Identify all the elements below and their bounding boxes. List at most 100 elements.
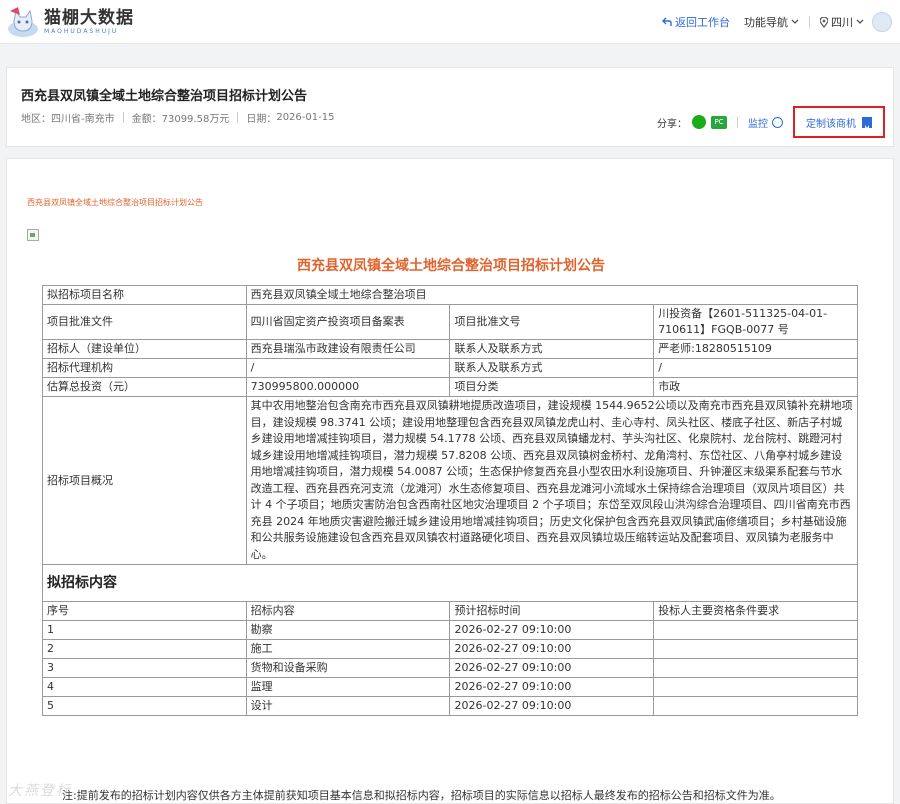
table-row: 4 监理 2026-02-27 09:10:00 xyxy=(42,677,858,697)
meta-divider xyxy=(237,112,239,123)
table-cell: 2026-02-27 09:10:00 xyxy=(449,658,655,678)
table-cell: / xyxy=(245,358,451,378)
table-row: 1 勘察 2026-02-27 09:10:00 xyxy=(42,620,858,640)
table-cell xyxy=(653,677,858,697)
table-cell: 项目批准文号 xyxy=(449,304,655,340)
table-cell: 川投资备【2601-511325-04-01-710611】FGQB-0077 … xyxy=(653,304,858,340)
region-meta-value: 四川省-南充市 xyxy=(51,114,115,125)
table-cell: 项目分类 xyxy=(449,377,655,397)
table-cell xyxy=(653,658,858,678)
notice-title: 西充县双凤镇全域土地综合整治项目招标计划公告 xyxy=(21,89,308,104)
table-row: 项目批准文件 四川省固定资产投资项目备案表 项目批准文号 川投资备【2601-5… xyxy=(42,304,858,340)
wechat-share-icon[interactable] xyxy=(692,115,706,129)
table-cell: 1 xyxy=(42,620,247,640)
table-cell: 730995800.000000 xyxy=(245,377,451,397)
date-meta-label: 日期： xyxy=(246,114,277,125)
nav-divider xyxy=(809,16,810,28)
notice-header-card: 西充县双凤镇全域土地综合整治项目招标计划公告 地区： 四川省-南充市 金额： 7… xyxy=(6,67,894,147)
table-cell: 勘察 xyxy=(245,620,451,640)
disclaimer-note: 注:提前发布的招标计划内容仅供各方主体提前获知项目基本信息和拟招标内容，招标项目… xyxy=(62,789,781,802)
table-row: 5 设计 2026-02-27 09:10:00 xyxy=(42,696,858,716)
table-cell: 施工 xyxy=(245,639,451,659)
notice-meta: 地区： 四川省-南充市 金额： 73099.58万元 日期： 2026-01-1… xyxy=(21,110,334,125)
table-cell: 拟招标项目名称 xyxy=(42,285,247,305)
table-cell: 招标人（建设单位） xyxy=(42,339,247,359)
table-row: 3 货物和设备采购 2026-02-27 09:10:00 xyxy=(42,658,858,678)
brand-subtitle: MAOHUDASHUJU xyxy=(44,28,119,35)
brand-logo[interactable]: 猫棚大数据 MAOHUDASHUJU xyxy=(6,4,134,40)
meta-divider xyxy=(122,112,124,123)
table-row: 招标项目概况 其中农用地整治包含南充市西充县双凤镇耕地提质改造项目，建设规模 1… xyxy=(42,396,859,565)
monitor-icon[interactable] xyxy=(772,116,783,128)
table-cell: 3 xyxy=(42,658,247,678)
broken-image-icon xyxy=(27,229,39,241)
chevron-down-icon xyxy=(856,19,864,24)
project-overview-text: 其中农用地整治包含南充市西充县双凤镇耕地提质改造项目，建设规模 1544.965… xyxy=(245,396,859,565)
table-cell: 2026-02-27 09:10:00 xyxy=(449,696,655,716)
table-cell: 四川省固定资产投资项目备案表 xyxy=(245,304,451,340)
user-avatar[interactable] xyxy=(872,12,892,32)
back-to-workbench-link[interactable]: 返回工作台 xyxy=(662,14,730,30)
table-cell: 市政 xyxy=(653,377,858,397)
table-cell: 2026-02-27 09:10:00 xyxy=(449,620,655,640)
monitor-link[interactable]: 监控 xyxy=(748,115,768,130)
customize-opportunity-label: 定制该商机 xyxy=(806,118,856,130)
pc-share-icon[interactable]: PC xyxy=(711,115,727,129)
table-cell: 2026-02-27 09:10:00 xyxy=(449,639,655,659)
function-nav-label: 功能导航 xyxy=(744,16,788,29)
notice-content-card: 西充县双凤镇全域土地综合整治项目招标计划公告 西充县双凤镇全域土地综合整治项目招… xyxy=(6,158,894,804)
region-selector[interactable]: 四川 xyxy=(820,14,864,30)
top-navbar: 猫棚大数据 MAOHUDASHUJU 返回工作台 功能导航 四川 xyxy=(0,0,900,44)
column-header: 序号 xyxy=(42,601,247,621)
table-cell: 2026-02-27 09:10:00 xyxy=(449,677,655,697)
table-cell: 设计 xyxy=(245,696,451,716)
section-heading: 拟招标内容 xyxy=(42,564,858,602)
table-row: 招标人（建设单位） 西充县瑞泓市政建设有限责任公司 联系人及联系方式 严老师:1… xyxy=(42,339,858,359)
function-nav-dropdown[interactable]: 功能导航 xyxy=(744,14,799,30)
table-cell: 5 xyxy=(42,696,247,716)
table-cell xyxy=(653,620,858,640)
table-cell: 2 xyxy=(42,639,247,659)
project-info-table: 拟招标项目名称 西充县双凤镇全域土地综合整治项目 项目批准文件 四川省固定资产投… xyxy=(42,285,859,716)
amount-meta-value: 73099.58万元 xyxy=(161,114,230,125)
region-label: 四川 xyxy=(831,16,853,29)
brand-name: 猫棚大数据 xyxy=(44,8,134,28)
back-arrow-icon xyxy=(662,17,672,26)
table-row: 拟招标项目名称 西充县双凤镇全域土地综合整治项目 xyxy=(42,285,859,305)
amount-meta-label: 金额： xyxy=(131,114,162,125)
table-cell: 招标代理机构 xyxy=(42,358,247,378)
cat-logo-icon xyxy=(6,5,40,39)
table-cell: 项目批准文件 xyxy=(42,304,247,340)
table-cell xyxy=(653,639,858,659)
table-cell: 估算总投资（元） xyxy=(42,377,247,397)
table-header-row: 序号 招标内容 预计招标时间 投标人主要资格条件要求 xyxy=(42,601,858,621)
column-header: 招标内容 xyxy=(245,601,451,621)
table-row: 拟招标内容 xyxy=(42,564,858,602)
table-cell: 货物和设备采购 xyxy=(245,658,451,678)
table-cell: 联系人及联系方式 xyxy=(449,339,655,359)
table-cell: 严老师:18280515109 xyxy=(653,339,858,359)
table-cell: 招标项目概况 xyxy=(42,396,247,565)
column-header: 预计招标时间 xyxy=(449,601,655,621)
table-cell: / xyxy=(653,358,858,378)
column-header: 投标人主要资格条件要求 xyxy=(653,601,858,621)
location-pin-icon xyxy=(820,16,828,28)
chevron-down-icon xyxy=(791,19,799,24)
content-small-title: 西充县双凤镇全域土地综合整治项目招标计划公告 xyxy=(27,198,203,207)
table-row: 估算总投资（元） 730995800.000000 项目分类 市政 xyxy=(42,377,858,397)
table-cell: 联系人及联系方式 xyxy=(449,358,655,378)
table-row: 招标代理机构 / 联系人及联系方式 / xyxy=(42,358,858,378)
share-label: 分享： xyxy=(657,118,687,130)
table-cell xyxy=(653,696,858,716)
document-title: 西充县双凤镇全域土地综合整治项目招标计划公告 xyxy=(297,258,605,274)
table-row: 2 施工 2026-02-27 09:10:00 xyxy=(42,639,858,659)
table-cell: 西充县双凤镇全域土地综合整治项目 xyxy=(245,285,859,305)
back-to-workbench-label: 返回工作台 xyxy=(675,16,730,29)
watermark-text: 大燕登标 xyxy=(8,783,72,799)
table-cell: 4 xyxy=(42,677,247,697)
region-meta-label: 地区： xyxy=(21,114,51,125)
customize-opportunity-button[interactable]: 定制该商机 xyxy=(793,106,885,138)
date-meta-value: 2026-01-15 xyxy=(276,112,335,123)
table-cell: 西充县瑞泓市政建设有限责任公司 xyxy=(245,339,451,359)
bookmark-icon xyxy=(862,116,872,128)
